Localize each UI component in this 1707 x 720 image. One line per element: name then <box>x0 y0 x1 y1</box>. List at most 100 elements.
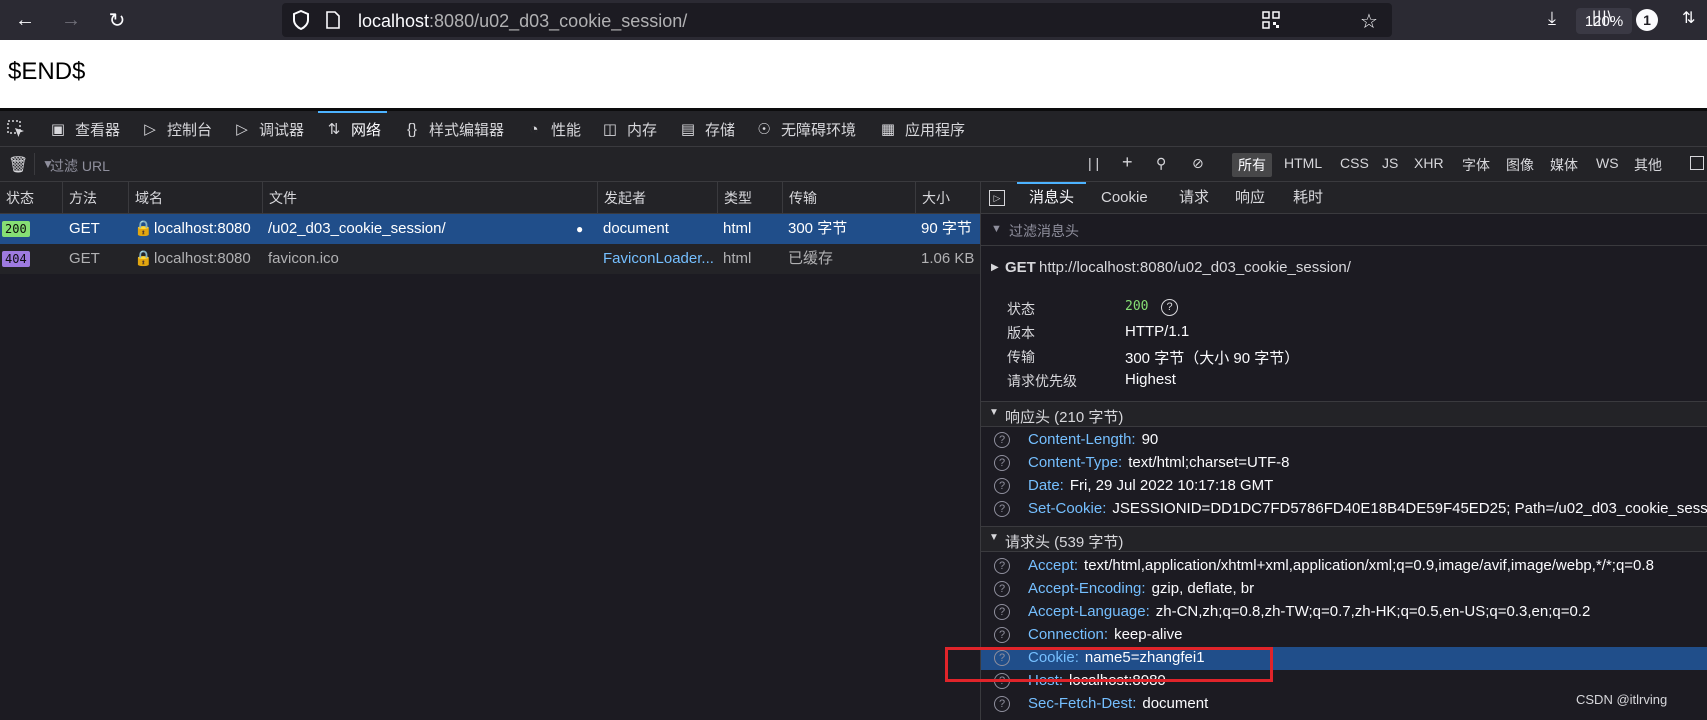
table-empty-area <box>0 274 980 720</box>
tab-inspector[interactable]: ▣ 查看器 <box>48 111 120 147</box>
help-icon[interactable]: ? <box>994 478 1010 494</box>
tab-headers[interactable]: 消息头 <box>1016 182 1087 214</box>
debugger-icon: ▷ <box>236 121 248 138</box>
filter-js[interactable]: JS <box>1382 155 1398 171</box>
tab-memory[interactable]: ◫ 内存 <box>600 111 657 147</box>
separator <box>34 153 35 175</box>
filter-css[interactable]: CSS <box>1340 155 1369 171</box>
tab-console[interactable]: ▷ 控制台 <box>140 111 212 147</box>
help-icon[interactable]: ? <box>994 581 1010 597</box>
library-icon[interactable]: |||\ <box>1592 9 1613 27</box>
tab-style-editor[interactable]: {} 样式编辑器 <box>402 111 504 147</box>
help-icon[interactable]: ? <box>994 604 1010 620</box>
bookmark-star-icon[interactable]: ☆ <box>1360 9 1378 34</box>
help-icon[interactable]: ? <box>994 696 1010 712</box>
search-icon[interactable]: ⚲ <box>1156 155 1166 172</box>
page-icon <box>326 11 342 31</box>
pause-icon[interactable]: | | <box>1088 155 1099 171</box>
tab-response[interactable]: 响应 <box>1235 182 1265 214</box>
toggle-panel-icon[interactable]: ▷ <box>989 190 1005 206</box>
request-headers-section[interactable]: ▼ 请求头 (539 字节) <box>981 526 1707 552</box>
filter-images[interactable]: 图像 <box>1506 155 1534 175</box>
help-icon[interactable]: ? <box>1161 299 1178 316</box>
summary-value: 300 字节（大小 90 字节） <box>1125 350 1300 367</box>
tab-storage[interactable]: ▤ 存储 <box>678 111 735 147</box>
col-type[interactable]: 类型 <box>717 182 752 214</box>
headers-filter[interactable]: ▼ 过滤消息头 <box>981 214 1707 246</box>
url-filter-input[interactable]: 过滤 URL <box>50 156 110 176</box>
extensions-icon[interactable]: ⇅ <box>1682 8 1695 28</box>
header-row[interactable]: ? Connection: keep-alive <box>981 624 1707 647</box>
details-tabbar: ▷ 消息头 Cookie 请求 响应 耗时 <box>981 182 1707 214</box>
help-icon[interactable]: ? <box>994 627 1010 643</box>
help-icon[interactable]: ? <box>994 558 1010 574</box>
header-row[interactable]: ? Accept-Encoding: gzip, deflate, br <box>981 578 1707 601</box>
summary-version: 版本 HTTP/1.1 <box>981 320 1707 344</box>
col-initiator[interactable]: 发起者 <box>597 182 646 214</box>
header-row[interactable]: ? Set-Cookie: JSESSIONID=DD1DC7FD5786FD40… <box>981 498 1707 521</box>
filter-other[interactable]: 其他 <box>1634 155 1662 175</box>
initiator-link[interactable]: FaviconLoader.... <box>603 244 713 274</box>
lock-icon: 🔒 <box>134 250 153 267</box>
header-row[interactable]: ? Date: Fri, 29 Jul 2022 10:17:18 GMT <box>981 475 1707 498</box>
table-row[interactable]: 404 GET 🔒 localhost:8080 favicon.ico Fav… <box>0 244 980 274</box>
memory-icon: ◫ <box>602 121 618 138</box>
address-bar[interactable]: localhost:8080/u02_d03_cookie_session/ 1… <box>282 3 1632 37</box>
help-icon[interactable]: ? <box>994 455 1010 471</box>
summary-key: 请求优先级 <box>1007 373 1077 389</box>
tab-debugger[interactable]: ▷ 调试器 <box>232 111 304 147</box>
filter-fonts[interactable]: 字体 <box>1462 155 1490 175</box>
col-method[interactable]: 方法 <box>62 182 97 214</box>
browser-toolbar: ← → ↻ localhost:8080/u02_d03_cookie_sess… <box>0 0 1707 40</box>
filter-xhr[interactable]: XHR <box>1414 155 1444 171</box>
status-badge: 200 <box>2 221 30 237</box>
header-row[interactable]: ? Accept: text/html,application/xhtml+xml… <box>981 555 1707 578</box>
tab-cookies[interactable]: Cookie <box>1101 182 1148 214</box>
tab-request[interactable]: 请求 <box>1179 182 1209 214</box>
col-file[interactable]: 文件 <box>262 182 297 214</box>
network-icon: ⇅ <box>327 121 341 138</box>
col-size[interactable]: 大小 <box>915 182 950 214</box>
forward-arrow-icon[interactable]: → <box>58 7 84 33</box>
filter-html[interactable]: HTML <box>1284 155 1322 171</box>
col-transfer[interactable]: 传输 <box>782 182 817 214</box>
back-arrow-icon[interactable]: ← <box>12 7 38 33</box>
header-row[interactable]: ? Accept-Language: zh-CN,zh;q=0.8,zh-TW;q… <box>981 601 1707 624</box>
account-badge[interactable]: 1 <box>1636 9 1658 31</box>
watermark-text: CSDN @itlrving <box>1576 692 1668 707</box>
request-line[interactable]: ▶ GET http://localhost:8080/u02_d03_cook… <box>981 256 1707 280</box>
plus-icon[interactable]: + <box>1122 152 1133 173</box>
shield-icon[interactable] <box>292 9 312 31</box>
header-row[interactable]: ? Content-Length: 90 <box>981 429 1707 452</box>
filter-ws[interactable]: WS <box>1596 155 1619 171</box>
tab-network[interactable]: ⇅ 网络 <box>317 111 388 147</box>
request-url: http://localhost:8080/u02_d03_cookie_ses… <box>1039 259 1351 276</box>
table-header: 状态 方法 域名 文件 发起者 类型 传输 大小 <box>0 182 980 214</box>
trash-icon[interactable]: 🗑 <box>8 155 28 175</box>
download-icon[interactable]: ⤓ <box>1548 8 1556 29</box>
tab-application[interactable]: ▦ 应用程序 <box>878 111 965 147</box>
headers-filter-input[interactable]: 过滤消息头 <box>1009 221 1079 241</box>
filter-all[interactable]: 所有 <box>1232 153 1272 177</box>
filter-funnel-icon: ▼ <box>991 223 1002 235</box>
collapse-triangle-icon: ▼ <box>989 532 999 543</box>
tab-timings[interactable]: 耗时 <box>1293 182 1323 214</box>
help-icon[interactable]: ? <box>994 501 1010 517</box>
response-headers-section[interactable]: ▼ 响应头 (210 字节) <box>981 401 1707 427</box>
pick-element-icon[interactable] <box>6 119 26 139</box>
header-row[interactable]: ? Content-Type: text/html;charset=UTF-8 <box>981 452 1707 475</box>
reload-icon[interactable]: ↻ <box>104 7 130 33</box>
domain-cell: localhost:8080 <box>154 220 251 237</box>
col-status[interactable]: 状态 <box>0 182 34 214</box>
tab-performance[interactable]: ◔ 性能 <box>524 111 581 147</box>
help-icon[interactable]: ? <box>994 432 1010 448</box>
filter-media[interactable]: 媒体 <box>1550 155 1578 175</box>
tab-accessibility[interactable]: ☉ 无障碍环境 <box>754 111 856 147</box>
persist-checkbox[interactable] <box>1690 156 1704 170</box>
url-text[interactable]: localhost:8080/u02_d03_cookie_session/ <box>358 11 687 32</box>
col-domain[interactable]: 域名 <box>128 182 163 214</box>
file-cell: favicon.ico <box>268 250 339 267</box>
qr-code-icon[interactable] <box>1262 11 1280 29</box>
block-icon[interactable]: ⊘ <box>1192 155 1204 172</box>
table-row[interactable]: 200 GET 🔒 localhost:8080 /u02_d03_cookie… <box>0 214 980 244</box>
